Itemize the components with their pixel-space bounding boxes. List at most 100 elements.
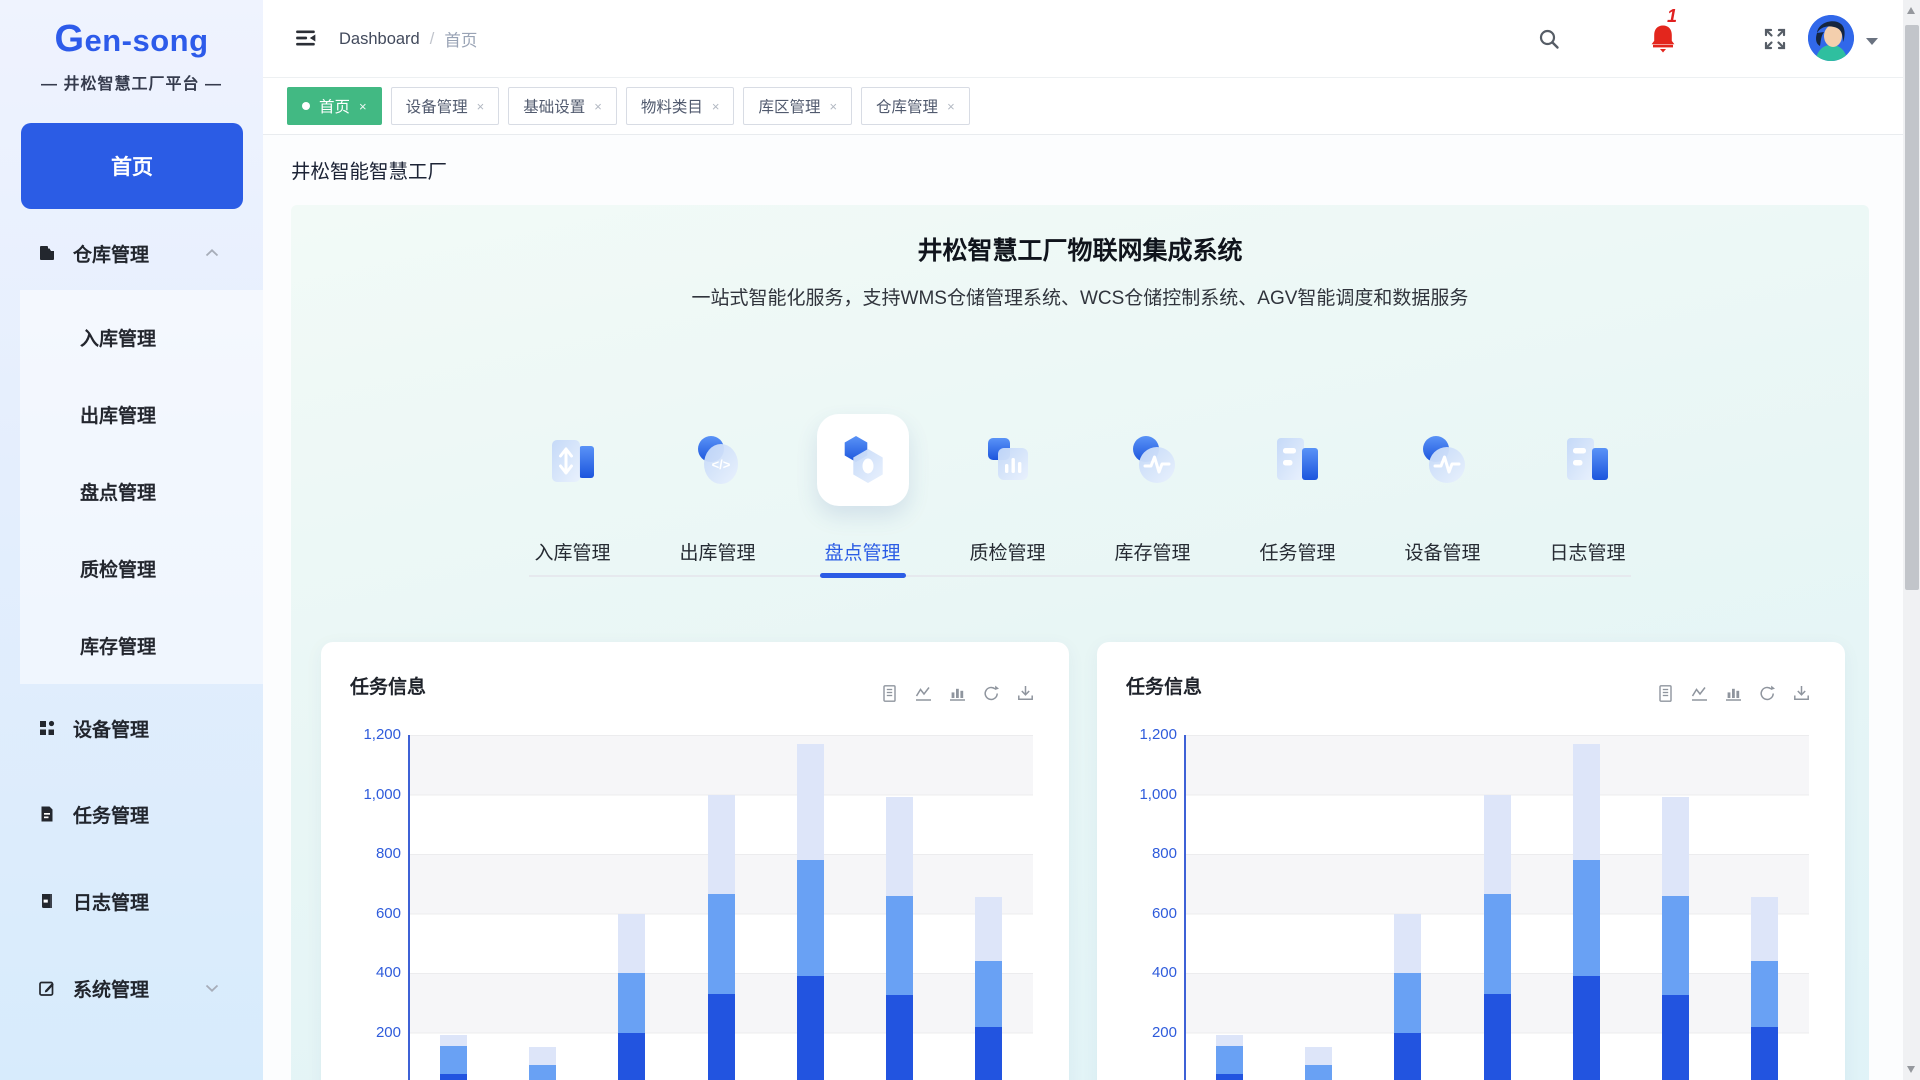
tab-label: 库区管理 [758,95,820,117]
stacked-bar [1573,744,1600,1080]
stacked-bar [440,1035,467,1080]
tab-1[interactable]: 设备管理× [391,87,500,125]
avatar-illustration [1808,15,1854,61]
scrollbar-thumb[interactable] [1905,25,1919,590]
sidebar-item-home[interactable]: 首页 [21,123,243,209]
sidebar-subitem-3[interactable]: 质检管理 [0,544,263,592]
tab-close-icon[interactable]: × [829,99,837,114]
module-item-6[interactable]: 设备管理 [1393,400,1493,582]
sidebar-subitem-1[interactable]: 出库管理 [0,390,263,438]
data-view-icon[interactable] [1656,684,1675,703]
bar-segment [529,1047,556,1065]
bar-segment [1573,976,1600,1080]
module-label: 设备管理 [1404,538,1480,565]
tab-2[interactable]: 基础设置× [508,87,617,125]
logo-text: Gen-song [0,18,263,61]
main-content: 井松智能智慧工厂 井松智慧工厂物联网集成系统 一站式智能化服务，支持WMS仓储管… [263,135,1920,1080]
sidebar-item-label: 设备管理 [73,715,149,742]
bar-segment [1751,961,1778,1026]
card-title: 任务信息 [350,672,426,699]
y-axis-tick-label: 600 [1115,905,1177,922]
breadcrumb-separator: / [430,30,435,49]
tab-close-icon[interactable]: × [477,99,485,114]
tab-5[interactable]: 仓库管理× [861,87,970,125]
search-button[interactable] [1532,22,1566,56]
sidebar: Gen-song — 井松智慧工厂平台 — 首页 仓库管理 入库管理出库管理盘点… [0,0,263,1080]
module-item-3[interactable]: 质检管理 [958,400,1058,582]
scrollbar-down-arrow-icon[interactable] [1907,1066,1915,1073]
bar-segment [886,797,913,896]
bar-segment [1305,1065,1332,1080]
module-item-2[interactable]: 盘点管理 [813,400,913,582]
module-item-4[interactable]: 库存管理 [1103,400,1203,582]
tab-0[interactable]: 首页 × [287,87,382,125]
module-label: 日志管理 [1549,538,1625,565]
scrollbar-up-arrow-icon[interactable] [1907,7,1915,14]
stacked-bar [1484,795,1511,1080]
data-view-icon[interactable] [880,684,899,703]
breadcrumb: Dashboard / 首页 [339,0,477,78]
sidebar-item-tasks[interactable]: 任务管理 [0,790,263,838]
bar-segment [1394,914,1421,974]
y-axis-tick-label: 800 [1115,845,1177,862]
tab-close-icon[interactable]: × [712,99,720,114]
tab-3[interactable]: 物料类目 × [626,87,735,125]
bar-segment [529,1065,556,1080]
notifications-button[interactable] [1646,22,1680,56]
download-icon[interactable] [1016,684,1035,703]
sidebar-collapse-icon[interactable] [295,27,317,49]
module-item-1[interactable]: </>出库管理 [668,400,768,582]
fullscreen-button[interactable] [1758,22,1792,56]
sidebar-item-logs[interactable]: 日志管理 [0,877,263,925]
task-icon [1252,414,1344,506]
fullscreen-icon [1763,27,1787,51]
stacked-bar [708,795,735,1080]
bar-segment [797,744,824,860]
sidebar-subitem-4[interactable]: 库存管理 [0,621,263,669]
y-axis-tick-label: 400 [339,964,401,981]
bar-chart-icon[interactable] [1724,684,1743,703]
module-item-7[interactable]: 日志管理 [1538,400,1638,582]
module-label: 任务管理 [1259,538,1335,565]
sidebar-item-system[interactable]: 系统管理 [0,964,263,1012]
hero-title: 井松智慧工厂物联网集成系统 [291,231,1869,267]
download-icon[interactable] [1792,684,1811,703]
outbound-icon: </> [672,414,764,506]
line-chart-icon[interactable] [1690,684,1709,703]
tab-label: 首页 [319,95,350,117]
module-item-5[interactable]: 任务管理 [1248,400,1348,582]
breadcrumb-root[interactable]: Dashboard [339,30,420,49]
chevron-down-icon [205,984,219,993]
bar-segment [708,894,735,994]
sidebar-item-warehouse[interactable]: 仓库管理 [0,229,263,277]
tab-4[interactable]: 库区管理 × [743,87,852,125]
sidebar-item-equipment[interactable]: 设备管理 [0,704,263,752]
bar-segment [797,976,824,1080]
tab-close-icon[interactable]: × [359,99,367,114]
tab-close-icon[interactable]: × [594,99,602,114]
tab-label: 物料类目 [641,95,703,117]
bar-segment [1662,995,1689,1080]
page-scrollbar[interactable] [1903,0,1920,1080]
refresh-icon[interactable] [982,684,1001,703]
tab-close-icon[interactable]: × [947,99,955,114]
bar-segment [797,860,824,976]
bar-chart-icon[interactable] [948,684,967,703]
avatar[interactable] [1808,15,1854,61]
bar-segment [975,961,1002,1026]
task-info-card-left: 任务信息 1,2001,000800600400200 [321,642,1069,1080]
bar-segment [1484,994,1511,1080]
refresh-icon[interactable] [1758,684,1777,703]
avatar-dropdown-caret-icon[interactable] [1866,38,1878,45]
line-chart-icon[interactable] [914,684,933,703]
bar-segment [975,1027,1002,1080]
sidebar-item-label: 仓库管理 [73,240,149,267]
top-header: Dashboard / 首页 1 [263,0,1920,78]
y-axis-tick-label: 1,200 [1115,726,1177,743]
stacked-bar [1394,914,1421,1080]
log-book-icon [38,892,56,910]
module-label: 盘点管理 [824,538,900,565]
sidebar-subitem-0[interactable]: 入库管理 [0,313,263,361]
module-item-0[interactable]: 入库管理 [523,400,623,582]
sidebar-subitem-2[interactable]: 盘点管理 [0,467,263,515]
